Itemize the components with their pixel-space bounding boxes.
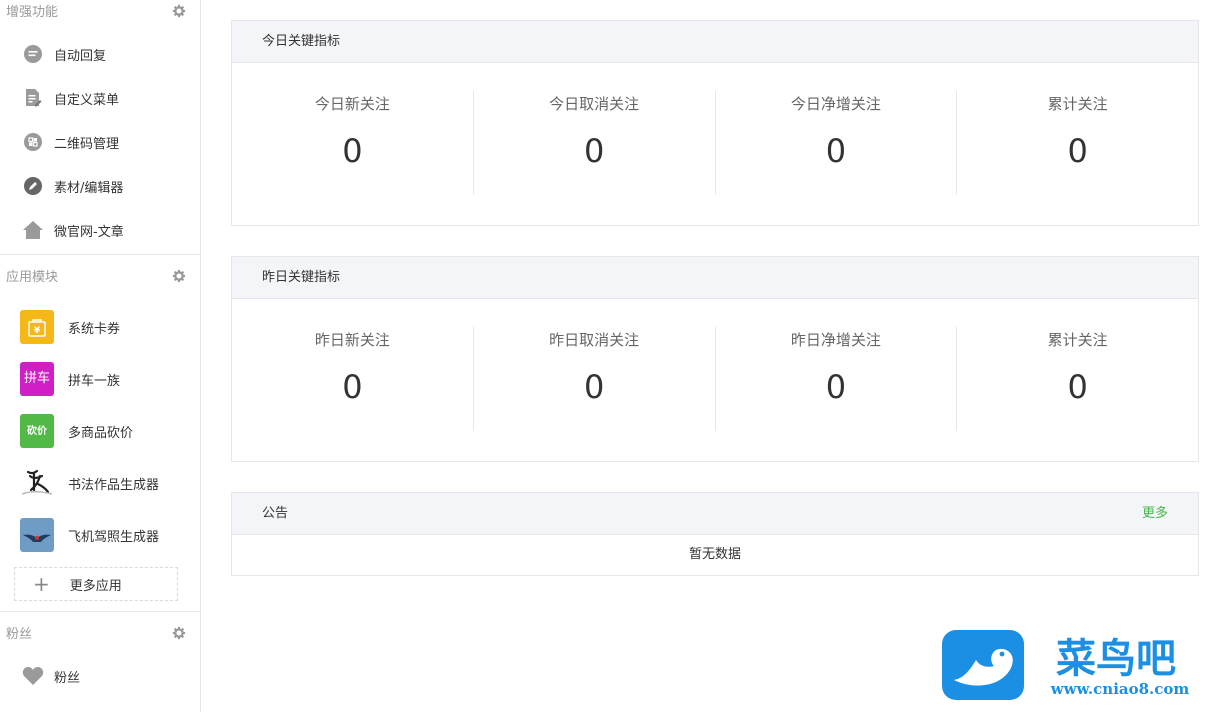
watermark-logo: 菜鸟吧 www.cniao8.com [940, 628, 1210, 708]
stat-label: 今日取消关注 [549, 95, 640, 113]
stat-value: 0 [1067, 368, 1088, 406]
plus-icon: + [33, 572, 50, 596]
sidebar-divider [0, 254, 200, 255]
watermark-brand: 菜鸟吧 [1056, 636, 1176, 682]
app-item-bargain[interactable]: 砍价 多商品砍价 [0, 405, 200, 457]
stat-yesterday-net: 昨日净增关注 0 [716, 327, 958, 431]
svg-text:¥: ¥ [34, 326, 41, 336]
section-title: 粉丝 [6, 627, 33, 642]
panel-title: 昨日关键指标 [232, 257, 1198, 299]
chat-bubble-icon [22, 43, 44, 65]
empty-state-text: 暂无数据 [688, 547, 741, 562]
sidebar-item-qrcode[interactable]: 二维码管理 [0, 120, 200, 164]
section-header-fans: 粉丝 [0, 622, 200, 648]
notice-header: 公告 更多 [232, 493, 1198, 535]
stat-label: 今日新关注 [314, 95, 390, 113]
app-label: 书法作品生成器 [68, 477, 160, 493]
app-item-plane-license[interactable]: 飞机驾照生成器 [0, 509, 200, 561]
app-label: 拼车一族 [68, 373, 121, 389]
pencil-icon [22, 175, 44, 197]
more-link[interactable]: 更多 [1142, 493, 1168, 535]
stat-value: 0 [342, 368, 363, 406]
notice-panel: 公告 更多 暂无数据 [231, 492, 1199, 576]
more-apps-button[interactable]: + 更多应用 [14, 567, 178, 601]
stat-label: 昨日取消关注 [549, 331, 640, 349]
app-label: 飞机驾照生成器 [68, 529, 160, 545]
stat-today-cancel: 今日取消关注 0 [474, 91, 716, 195]
plane-license-icon [20, 518, 54, 552]
sidebar-item-material-editor[interactable]: 素材/编辑器 [0, 164, 200, 208]
sidebar-item-label: 自动回复 [54, 48, 107, 64]
document-edit-icon [22, 87, 44, 109]
stat-label: 昨日新关注 [314, 331, 390, 349]
section-title: 增强功能 [6, 5, 59, 20]
stat-total: 累计关注 0 [957, 91, 1198, 195]
gear-icon[interactable] [172, 626, 186, 640]
panel-title: 公告 [262, 506, 289, 521]
sidebar-item-label: 粉丝 [54, 670, 81, 686]
stat-label: 昨日净增关注 [790, 331, 881, 349]
sidebar-item-label: 自定义菜单 [54, 92, 120, 108]
today-metrics-panel: 今日关键指标 今日新关注 0 今日取消关注 0 今日净增关注 0 累计关注 0 [231, 20, 1199, 226]
stats-row: 今日新关注 0 今日取消关注 0 今日净增关注 0 累计关注 0 [232, 63, 1198, 225]
app-item-calligraphy[interactable]: 书法作品生成器 [0, 457, 200, 509]
stat-value: 0 [583, 132, 605, 170]
sidebar-item-fans[interactable]: 粉丝 [0, 654, 200, 698]
heart-icon [22, 665, 44, 687]
sidebar: 增强功能 自动回复 自定义菜单 二维码管理 素材/编辑器 微官网-文章 应用模块… [0, 0, 201, 712]
stat-value: 0 [825, 132, 847, 170]
app-item-carpool[interactable]: 拼车 拼车一族 [0, 353, 200, 405]
panel-title: 今日关键指标 [232, 21, 1198, 63]
yesterday-metrics-panel: 昨日关键指标 昨日新关注 0 昨日取消关注 0 昨日净增关注 0 累计关注 0 [231, 256, 1199, 462]
gear-icon[interactable] [172, 269, 186, 283]
stat-value: 0 [1067, 132, 1088, 170]
stat-label: 今日净增关注 [790, 95, 881, 113]
stat-total: 累计关注 0 [957, 327, 1198, 431]
qrcode-icon [22, 131, 44, 153]
sidebar-item-label: 素材/编辑器 [54, 180, 124, 196]
app-item-coupon[interactable]: ¥ 系统卡券 [0, 301, 200, 353]
more-apps-label: 更多应用 [69, 578, 122, 594]
app-label: 多商品砍价 [68, 425, 134, 441]
section-header-enhanced: 增强功能 [0, 0, 200, 26]
gear-icon[interactable] [172, 4, 186, 18]
main-content: 今日关键指标 今日新关注 0 今日取消关注 0 今日净增关注 0 累计关注 0 昨日关键… [231, 20, 1199, 606]
bargain-icon: 砍价 [20, 414, 54, 448]
sidebar-item-custom-menu[interactable]: 自定义菜单 [0, 76, 200, 120]
stats-row: 昨日新关注 0 昨日取消关注 0 昨日净增关注 0 累计关注 0 [232, 299, 1198, 461]
stat-yesterday-new: 昨日新关注 0 [232, 327, 474, 431]
stat-value: 0 [342, 132, 363, 170]
stat-today-net: 今日净增关注 0 [716, 91, 958, 195]
stat-value: 0 [583, 368, 605, 406]
sidebar-item-auto-reply[interactable]: 自动回复 [0, 32, 200, 76]
stat-label: 累计关注 [1047, 95, 1108, 113]
stat-today-new: 今日新关注 0 [232, 91, 474, 195]
coupon-icon: ¥ [20, 310, 54, 344]
section-header-apps: 应用模块 [0, 265, 200, 291]
stat-yesterday-cancel: 昨日取消关注 0 [474, 327, 716, 431]
sidebar-divider [0, 611, 200, 612]
stat-label: 累计关注 [1047, 331, 1108, 349]
sidebar-item-label: 微官网-文章 [54, 224, 124, 240]
bird-logo-icon: 菜鸟吧 www.cniao8.com [942, 630, 1190, 700]
section-title: 应用模块 [6, 270, 59, 285]
stat-value: 0 [825, 368, 847, 406]
watermark-url: www.cniao8.com [1050, 680, 1190, 698]
calligraphy-icon [20, 466, 54, 500]
sidebar-item-label: 二维码管理 [54, 136, 120, 152]
sidebar-item-micro-site[interactable]: 微官网-文章 [0, 208, 200, 252]
app-label: 系统卡券 [68, 321, 121, 337]
home-icon [22, 219, 44, 241]
carpool-icon: 拼车 [20, 362, 54, 396]
